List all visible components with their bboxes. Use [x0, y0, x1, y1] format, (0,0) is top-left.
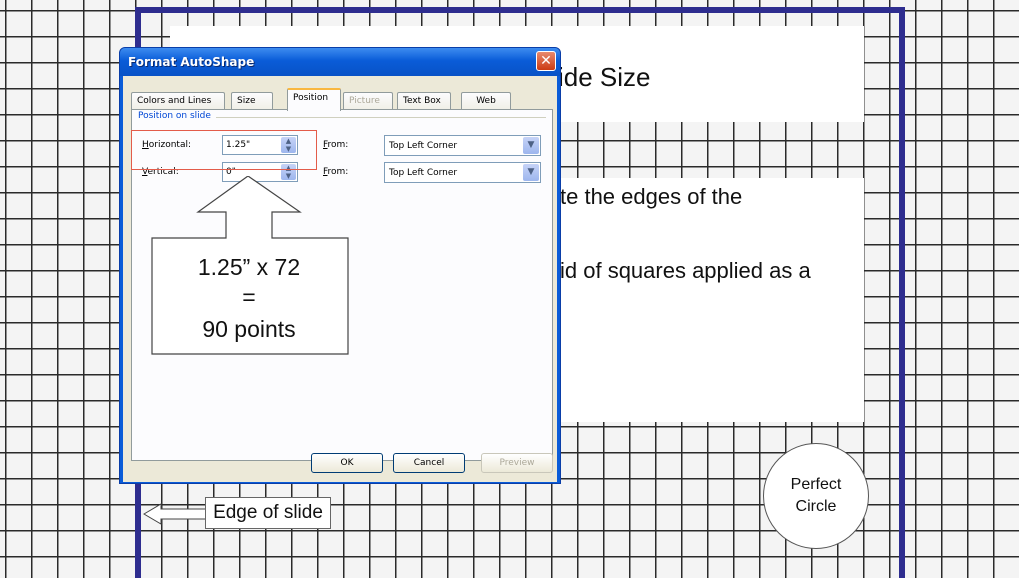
callout-line-2: =	[242, 284, 256, 310]
horizontal-from-label: From:	[323, 140, 349, 150]
circle-label-line-2: Circle	[795, 498, 837, 515]
slide-title: ide Size	[558, 62, 651, 92]
horizontal-from-select[interactable]: Top Left Corner ▼	[384, 135, 541, 156]
tab-text-box[interactable]: Text Box	[397, 92, 451, 110]
slide-body-line-2: id of squares applied as a	[560, 258, 811, 283]
close-button[interactable]: ✕	[536, 51, 556, 71]
callout-line-3: 90 points	[202, 316, 296, 342]
chevron-down-icon[interactable]: ▼	[523, 137, 539, 154]
tab-position[interactable]: Position	[287, 88, 341, 111]
horizontal-highlight-box	[131, 130, 317, 170]
dialog-titlebar[interactable]: Format AutoShape ✕	[120, 48, 560, 76]
close-icon: ✕	[540, 53, 552, 69]
dialog-title: Format AutoShape	[128, 55, 255, 69]
perfect-circle: Perfect Circle	[763, 443, 869, 549]
ok-button[interactable]: OK	[311, 453, 383, 473]
group-divider	[216, 117, 546, 118]
chevron-down-icon[interactable]: ▼	[523, 164, 539, 181]
horizontal-from-value: Top Left Corner	[389, 141, 458, 151]
vertical-from-select[interactable]: Top Left Corner ▼	[384, 162, 541, 183]
circle-label-line-1: Perfect	[790, 476, 842, 493]
callout-line-1: 1.25” x 72	[197, 254, 301, 280]
slide-body-line-1: te the edges of the	[560, 184, 743, 209]
group-label-position-on-slide: Position on slide	[138, 111, 211, 121]
cancel-button[interactable]: Cancel	[393, 453, 465, 473]
vertical-from-value: Top Left Corner	[389, 168, 458, 178]
tab-picture: Picture	[343, 92, 393, 110]
tab-web[interactable]: Web	[461, 92, 511, 110]
left-arrow-icon	[143, 503, 207, 525]
edge-of-slide-label: Edge of slide	[205, 497, 331, 529]
preview-button: Preview	[481, 453, 553, 473]
tab-size[interactable]: Size	[231, 92, 273, 110]
tab-colors-and-lines[interactable]: Colors and Lines	[131, 92, 225, 110]
